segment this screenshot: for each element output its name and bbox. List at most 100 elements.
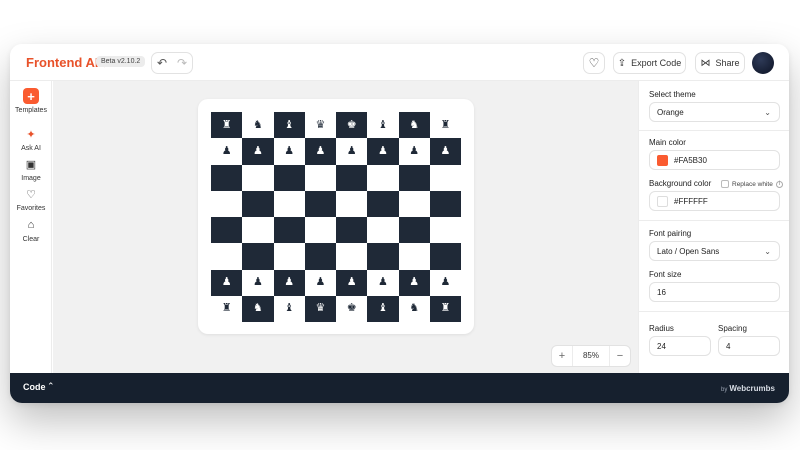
undo-icon[interactable]: ↶ xyxy=(152,53,172,73)
chess-piece-square[interactable]: ♟ xyxy=(398,269,430,296)
chess-square[interactable] xyxy=(336,164,368,191)
chess-piece-square[interactable]: ♟ xyxy=(429,138,461,165)
chess-square[interactable] xyxy=(398,164,430,191)
sidebar-item-favorites[interactable]: ♡ Favorites xyxy=(10,186,52,213)
chess-piece-square[interactable]: ♞ xyxy=(398,112,430,139)
font-size-input[interactable]: 16 xyxy=(649,282,780,302)
chess-square[interactable] xyxy=(211,190,243,217)
chess-square[interactable] xyxy=(273,164,305,191)
chess-square[interactable] xyxy=(304,217,336,244)
spacing-input[interactable]: 4 xyxy=(718,336,780,356)
main-color-field[interactable]: #FA5B30 xyxy=(649,150,780,170)
chess-piece-square[interactable]: ♟ xyxy=(211,138,243,165)
chess-square[interactable] xyxy=(367,243,399,270)
chess-square[interactable] xyxy=(336,217,368,244)
chevron-up-icon[interactable]: ⌃ xyxy=(47,381,55,392)
radius-input[interactable]: 24 xyxy=(649,336,711,356)
chess-piece-square[interactable]: ♟ xyxy=(242,138,274,165)
chess-piece-square[interactable]: ♟ xyxy=(398,138,430,165)
chess-piece-square[interactable]: ♝ xyxy=(273,112,305,139)
chess-piece-square[interactable]: ♟ xyxy=(336,269,368,296)
zoom-in-button[interactable]: + xyxy=(552,350,572,362)
chess-piece-square[interactable]: ♟ xyxy=(367,269,399,296)
sidebar-item-ask-ai[interactable]: ✦ Ask AI xyxy=(10,126,52,153)
chess-square[interactable] xyxy=(398,190,430,217)
chess-piece-square[interactable]: ♟ xyxy=(367,138,399,165)
chess-piece-square[interactable]: ♟ xyxy=(336,138,368,165)
chess-square[interactable] xyxy=(242,243,274,270)
heart-icon: ♡ xyxy=(588,56,600,70)
chess-square[interactable] xyxy=(304,164,336,191)
chess-piece-square[interactable]: ♚ xyxy=(336,112,368,139)
panel-divider xyxy=(639,220,789,221)
chess-piece-square[interactable]: ♟ xyxy=(304,269,336,296)
chess-square[interactable] xyxy=(242,190,274,217)
chess-piece-square[interactable]: ♜ xyxy=(211,112,243,139)
chess-piece-square[interactable]: ♝ xyxy=(367,112,399,139)
chess-piece-square[interactable]: ♜ xyxy=(429,112,461,139)
zoom-out-button[interactable]: − xyxy=(610,350,630,362)
sidebar-item-clear[interactable]: ⌂ Clear xyxy=(10,217,52,243)
chess-square[interactable] xyxy=(304,243,336,270)
chess-square[interactable] xyxy=(304,190,336,217)
chess-piece-square[interactable]: ♞ xyxy=(398,295,430,322)
chess-square[interactable] xyxy=(367,217,399,244)
chess-piece-square[interactable]: ♟ xyxy=(273,138,305,165)
chess-square[interactable] xyxy=(367,190,399,217)
chess-square[interactable] xyxy=(429,243,461,270)
chess-square[interactable] xyxy=(429,217,461,244)
main-color-label: Main color xyxy=(649,138,686,147)
chess-square[interactable] xyxy=(211,243,243,270)
chess-square[interactable] xyxy=(242,164,274,191)
webcrumbs-logo: Webcrumbs xyxy=(729,384,775,393)
share-button[interactable]: ⋈ Share xyxy=(695,52,745,74)
chess-square[interactable] xyxy=(429,164,461,191)
spacing-value: 4 xyxy=(726,341,731,351)
favorite-button[interactable]: ♡ xyxy=(583,52,605,74)
chess-piece-square[interactable]: ♞ xyxy=(242,295,274,322)
chess-piece-square[interactable]: ♜ xyxy=(429,295,461,322)
main-color-swatch[interactable] xyxy=(657,154,668,166)
bg-color-swatch[interactable] xyxy=(657,195,668,207)
font-pairing-select[interactable]: Lato / Open Sans ⌄ xyxy=(649,241,780,261)
chess-square[interactable] xyxy=(398,243,430,270)
chess-square[interactable] xyxy=(211,164,243,191)
chess-piece-square[interactable]: ♜ xyxy=(211,295,243,322)
chess-piece-square[interactable]: ♟ xyxy=(429,269,461,296)
chess-square[interactable] xyxy=(336,243,368,270)
chess-piece-square[interactable]: ♛ xyxy=(304,112,336,139)
chess-piece-square[interactable]: ♚ xyxy=(336,295,368,322)
chess-square[interactable] xyxy=(211,217,243,244)
sidebar-item-templates[interactable]: + Templates xyxy=(10,88,52,114)
chess-square[interactable] xyxy=(398,217,430,244)
chess-piece-square[interactable]: ♛ xyxy=(304,295,336,322)
export-code-button[interactable]: ⇪ Export Code xyxy=(613,52,686,74)
font-size-label: Font size xyxy=(649,270,682,279)
replace-white-checkbox[interactable]: Replace white i xyxy=(721,180,783,188)
chess-piece-square[interactable]: ♟ xyxy=(242,269,274,296)
font-pairing-label: Font pairing xyxy=(649,229,692,238)
checkbox-box[interactable] xyxy=(721,180,729,188)
redo-icon[interactable]: ↷ xyxy=(172,53,192,73)
chess-square[interactable] xyxy=(367,164,399,191)
bg-color-value: #FFFFFF xyxy=(674,196,708,206)
bg-color-field[interactable]: #FFFFFF xyxy=(649,191,780,211)
avatar[interactable] xyxy=(752,52,774,74)
theme-select[interactable]: Orange ⌄ xyxy=(649,102,780,122)
chess-square[interactable] xyxy=(273,190,305,217)
chess-square[interactable] xyxy=(429,190,461,217)
theme-value: Orange xyxy=(657,107,684,117)
chess-piece-square[interactable]: ♟ xyxy=(211,269,243,296)
chess-piece-square[interactable]: ♞ xyxy=(242,112,274,139)
code-bar[interactable]: Code ⌃ by Webcrumbs xyxy=(10,373,789,403)
chess-piece-square[interactable]: ♝ xyxy=(273,295,305,322)
chess-square[interactable] xyxy=(273,217,305,244)
chess-piece-square[interactable]: ♝ xyxy=(367,295,399,322)
chess-piece-square[interactable]: ♟ xyxy=(304,138,336,165)
chess-square[interactable] xyxy=(273,243,305,270)
chessboard-card[interactable]: ♜ ♞ ♝ ♛ ♚ ♝ ♞ ♜ ♟ ♟ ♟ ♟ ♟ ♟ ♟ ♟ ♟ ♟ ♟ ♟ ♟ ♟ ♟ ♟ ♜ ♞ ♝ ♛ ♚ ♝ ♞ ♜ xyxy=(198,99,474,334)
chess-piece-square[interactable]: ♟ xyxy=(273,269,305,296)
chess-square[interactable] xyxy=(242,217,274,244)
chess-square[interactable] xyxy=(336,190,368,217)
sidebar-item-image[interactable]: ▣ Image xyxy=(10,156,52,183)
